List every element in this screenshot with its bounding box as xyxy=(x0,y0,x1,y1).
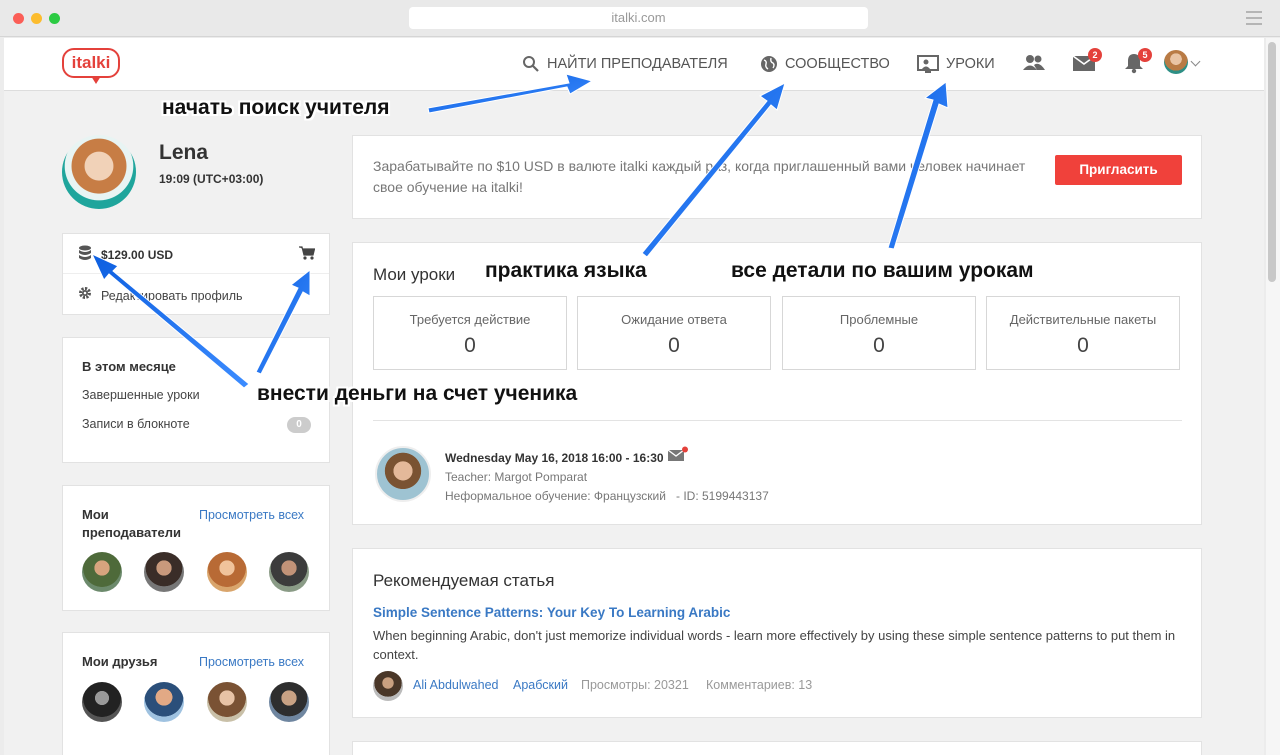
minimize-window-button[interactable] xyxy=(31,13,42,24)
arrow-to-cart xyxy=(255,268,311,375)
scrollbar[interactable] xyxy=(1266,38,1280,755)
annotation-arrows xyxy=(90,73,949,389)
arrow-to-balance xyxy=(90,252,250,389)
browser-toolbar: italki.com xyxy=(0,0,1280,37)
close-window-button[interactable] xyxy=(13,13,24,24)
address-bar[interactable]: italki.com xyxy=(409,7,868,29)
scrollbar-thumb[interactable] xyxy=(1268,42,1276,282)
maximize-window-button[interactable] xyxy=(49,13,60,24)
arrow-to-find-teacher xyxy=(427,73,594,114)
arrow-to-community xyxy=(641,82,786,258)
page-viewport: italki НАЙТИ ПРЕПОДАВАТЕЛЯ СООБЩЕСТВО УР… xyxy=(4,38,1264,755)
browser-menu-icon[interactable] xyxy=(1246,11,1262,29)
arrow-to-lessons xyxy=(887,81,949,250)
